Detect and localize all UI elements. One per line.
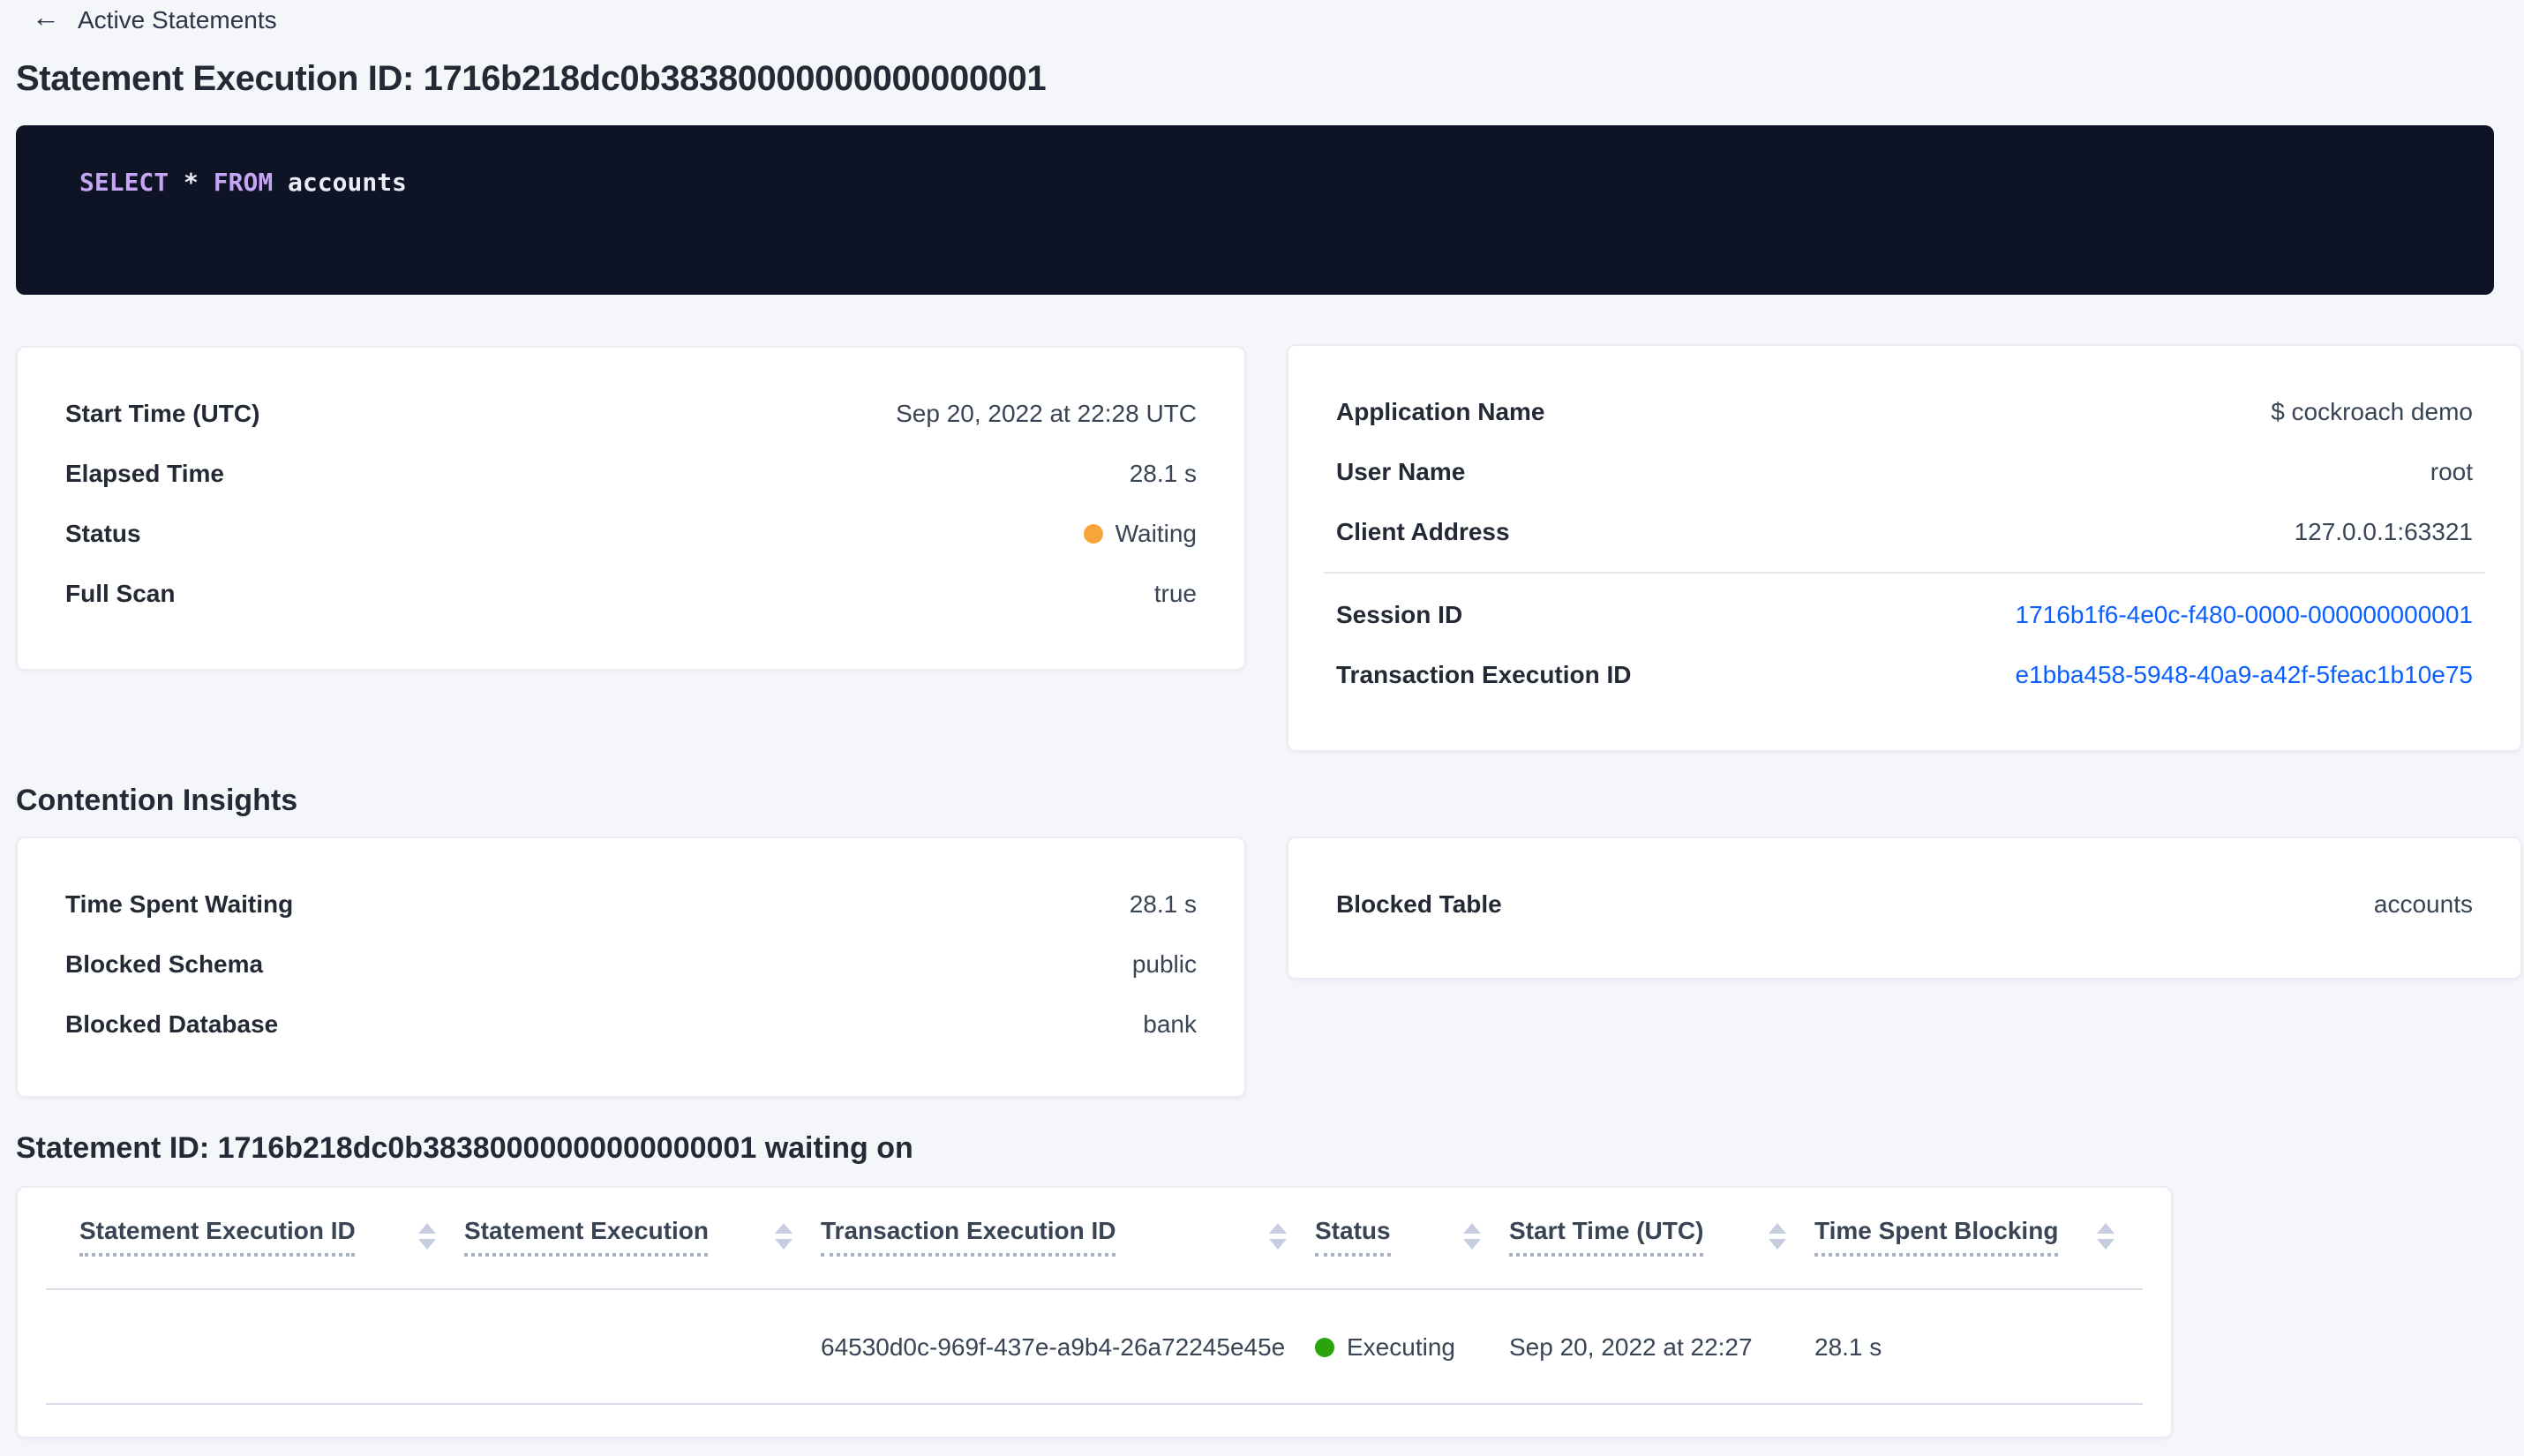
contention-insights-heading: Contention Insights <box>16 784 298 817</box>
column-header-statement-execution[interactable]: Statement Execution <box>464 1216 821 1257</box>
sort-arrows-icon[interactable] <box>418 1223 436 1250</box>
page-title: Statement Execution ID: 1716b218dc0b3838… <box>16 60 1047 99</box>
elapsed-time-label: Elapsed Time <box>65 459 225 487</box>
blocked-table-card: Blocked Table accounts <box>1287 837 2522 979</box>
sql-table-name: accounts <box>273 169 407 198</box>
waiting-on-heading: Statement ID: 1716b218dc0b38380000000000… <box>16 1131 913 1165</box>
cell-start-time: Sep 20, 2022 at 22:27 <box>1509 1332 1753 1361</box>
client-address-row: Client Address 127.0.0.1:63321 <box>1288 501 2520 561</box>
column-label: Statement Execution <box>464 1216 709 1257</box>
contention-waiting-card: Time Spent Waiting 28.1 s Blocked Schema… <box>16 837 1246 1098</box>
client-address-value: 127.0.0.1:63321 <box>2294 517 2473 545</box>
blocked-table-label: Blocked Table <box>1336 889 1502 918</box>
cell-time-spent-blocking: 28.1 s <box>1814 1332 1882 1361</box>
status-label: Status <box>65 519 141 547</box>
column-header-time-spent-blocking[interactable]: Time Spent Blocking <box>1814 1216 2143 1257</box>
blocked-schema-row: Blocked Schema public <box>18 934 1244 994</box>
status-text: Waiting <box>1115 519 1197 547</box>
application-name-row: Application Name $ cockroach demo <box>1288 381 2520 441</box>
column-label: Start Time (UTC) <box>1509 1216 1704 1257</box>
column-header-status[interactable]: Status <box>1315 1216 1509 1257</box>
elapsed-time-value: 28.1 s <box>1129 459 1197 487</box>
blocked-table-value: accounts <box>2373 889 2473 918</box>
waiting-status-dot-icon <box>1083 523 1103 543</box>
executing-status-dot-icon <box>1315 1337 1334 1356</box>
blocked-database-value: bank <box>1143 1009 1197 1038</box>
back-link-label: Active Statements <box>78 5 277 34</box>
blocked-database-row: Blocked Database bank <box>18 994 1244 1054</box>
session-id-link[interactable]: 1716b1f6-4e0c-f480-0000-000000000001 <box>2016 600 2473 628</box>
client-address-label: Client Address <box>1336 517 1510 545</box>
sort-arrows-icon[interactable] <box>2097 1223 2115 1250</box>
sort-arrows-icon[interactable] <box>1769 1223 1786 1250</box>
column-label: Status <box>1315 1216 1391 1257</box>
user-name-label: User Name <box>1336 457 1466 485</box>
start-time-row: Start Time (UTC) Sep 20, 2022 at 22:28 U… <box>18 383 1244 443</box>
time-spent-waiting-row: Time Spent Waiting 28.1 s <box>18 874 1244 934</box>
column-label: Transaction Execution ID <box>821 1216 1116 1257</box>
table-row-divider <box>46 1403 2143 1405</box>
statement-execution-details-page: ← Active Statements Statement Execution … <box>0 0 2524 1456</box>
sql-keyword-select: SELECT <box>79 169 169 198</box>
transaction-execution-id-label: Transaction Execution ID <box>1336 660 1632 688</box>
column-label: Time Spent Blocking <box>1814 1216 2059 1257</box>
start-time-label: Start Time (UTC) <box>65 399 260 427</box>
column-header-transaction-execution-id[interactable]: Transaction Execution ID <box>821 1216 1315 1257</box>
application-name-label: Application Name <box>1336 397 1545 425</box>
session-details-card: Application Name $ cockroach demo User N… <box>1287 344 2522 752</box>
application-name-value: $ cockroach demo <box>2271 397 2473 425</box>
user-name-value: root <box>2430 457 2473 485</box>
column-header-statement-execution-id[interactable]: Statement Execution ID <box>79 1216 464 1257</box>
full-scan-row: Full Scan true <box>18 563 1244 623</box>
sql-star: * <box>169 169 214 198</box>
sql-statement-box: SELECT * FROM accounts <box>16 125 2494 295</box>
transaction-execution-id-row: Transaction Execution ID e1bba458-5948-4… <box>1288 644 2520 704</box>
waiting-on-table-card: Statement Execution ID Statement Executi… <box>16 1186 2173 1438</box>
status-row: Status Waiting <box>18 503 1244 563</box>
waiting-on-table-header: Statement Execution ID Statement Executi… <box>79 1216 2143 1257</box>
sort-arrows-icon[interactable] <box>1269 1223 1287 1250</box>
back-arrow-icon: ← <box>32 4 60 34</box>
execution-details-card: Start Time (UTC) Sep 20, 2022 at 22:28 U… <box>16 346 1246 671</box>
cell-status-text: Executing <box>1347 1332 1455 1361</box>
sort-arrows-icon[interactable] <box>1463 1223 1481 1250</box>
elapsed-time-row: Elapsed Time 28.1 s <box>18 443 1244 503</box>
status-value: Waiting <box>1083 519 1197 547</box>
blocked-table-row: Blocked Table accounts <box>1288 874 2520 934</box>
column-label: Statement Execution ID <box>79 1216 356 1257</box>
time-spent-waiting-value: 28.1 s <box>1129 889 1197 918</box>
full-scan-label: Full Scan <box>65 579 176 607</box>
table-row: 64530d0c-969f-437e-a9b4-26a72245e45e Exe… <box>79 1290 2143 1403</box>
blocked-schema-value: public <box>1131 949 1197 978</box>
session-id-row: Session ID 1716b1f6-4e0c-f480-0000-00000… <box>1288 584 2520 644</box>
card-divider <box>1324 572 2485 574</box>
cell-status: Executing <box>1315 1332 1509 1361</box>
blocked-database-label: Blocked Database <box>65 1009 279 1038</box>
blocked-schema-label: Blocked Schema <box>65 949 264 978</box>
time-spent-waiting-label: Time Spent Waiting <box>65 889 294 918</box>
column-header-start-time[interactable]: Start Time (UTC) <box>1509 1216 1814 1257</box>
user-name-row: User Name root <box>1288 441 2520 501</box>
sql-keyword-from: FROM <box>213 169 274 198</box>
start-time-value: Sep 20, 2022 at 22:28 UTC <box>896 399 1197 427</box>
transaction-execution-id-link[interactable]: e1bba458-5948-40a9-a42f-5feac1b10e75 <box>2016 660 2473 688</box>
full-scan-value: true <box>1153 579 1197 607</box>
sort-arrows-icon[interactable] <box>775 1223 793 1250</box>
session-id-label: Session ID <box>1336 600 1463 628</box>
cell-transaction-execution-id: 64530d0c-969f-437e-a9b4-26a72245e45e <box>821 1332 1286 1361</box>
back-to-active-statements-link[interactable]: ← Active Statements <box>32 4 277 34</box>
